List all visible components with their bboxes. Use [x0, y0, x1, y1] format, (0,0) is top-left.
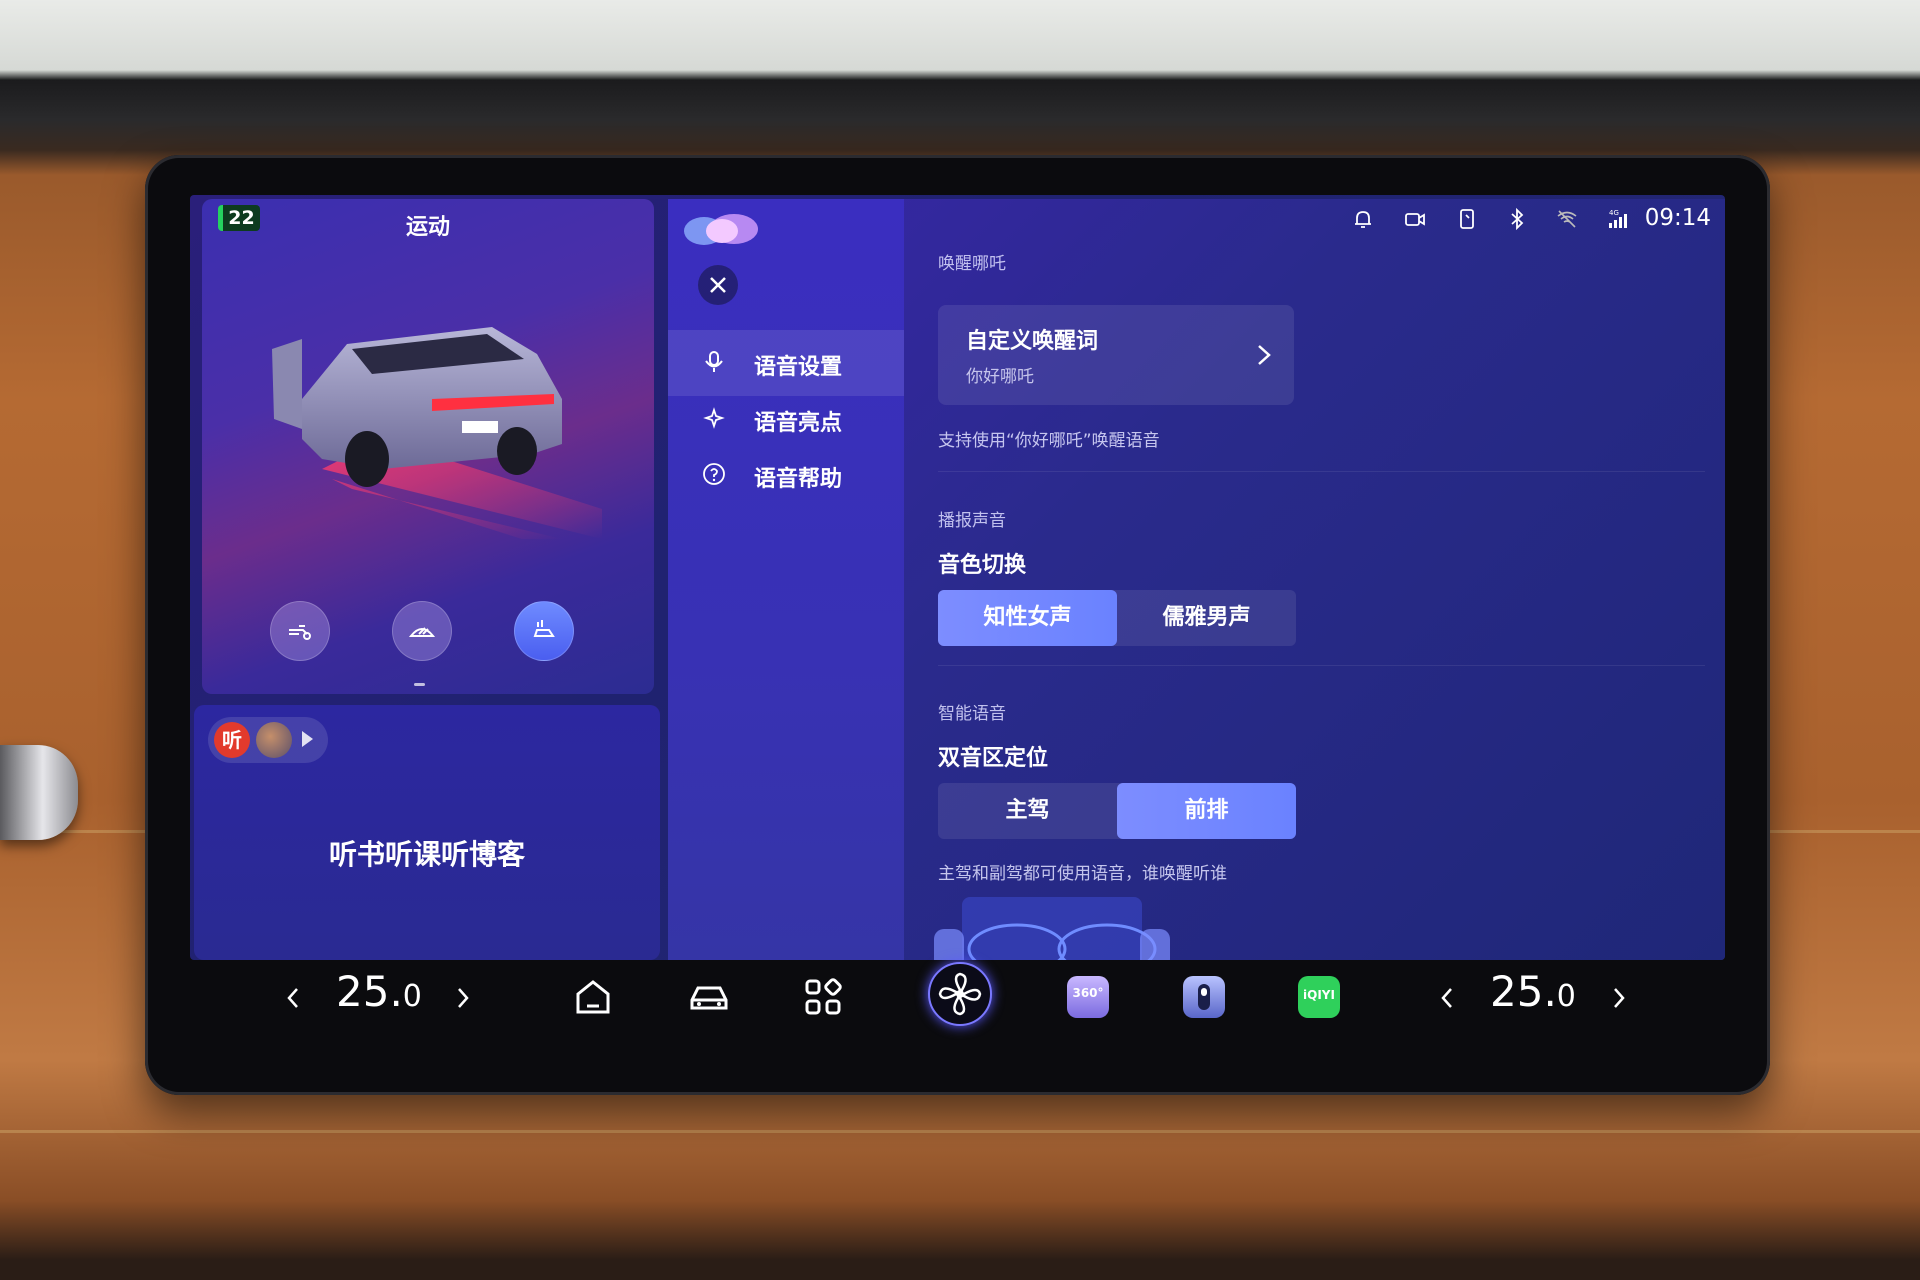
- media-card[interactable]: 听 听书听课听博客: [194, 705, 660, 960]
- custom-wake-word-card[interactable]: 自定义唤醒词 你好哪吒: [938, 305, 1294, 405]
- vehicle-card[interactable]: 22 运动: [202, 199, 654, 694]
- nav-item-label: 语音亮点: [754, 411, 843, 436]
- iqiyi-app[interactable]: iQIYI: [1298, 976, 1340, 1018]
- car-sound-icon: [533, 620, 555, 637]
- iqiyi-icon: iQIYI: [1303, 988, 1335, 1002]
- fan-icon: [938, 972, 982, 1016]
- microphone-icon: [705, 351, 723, 372]
- chevron-right-icon: [1258, 345, 1271, 365]
- play-icon[interactable]: [302, 731, 313, 747]
- divider: [938, 665, 1705, 666]
- dashboard-seam: [0, 1130, 1920, 1133]
- camera-360-icon: 360°: [1072, 986, 1104, 1000]
- sparkle-icon: [703, 407, 725, 429]
- left-temp-down-icon[interactable]: [286, 986, 300, 1010]
- nav-item-label: 语音帮助: [754, 467, 843, 492]
- voice-female-option[interactable]: 知性女声: [938, 590, 1117, 646]
- status-bar: 4G 09:14: [1351, 205, 1711, 233]
- dual-zone-title: 双音区定位: [938, 746, 1049, 771]
- phone-icon[interactable]: [1455, 207, 1479, 231]
- media-title: 听书听课听博客: [328, 838, 525, 871]
- phone-key-app[interactable]: [1183, 976, 1225, 1018]
- car-sound-button[interactable]: [514, 601, 574, 661]
- infotainment-screen: 22 运动 听 听书听课听博客 语音设置 语音亮点 语音帮助 4G 09:14 …: [190, 195, 1725, 960]
- right-temperature[interactable]: 25.0: [1490, 967, 1576, 1016]
- broadcast-section-label: 播报声音: [938, 511, 1006, 531]
- wifi-off-icon[interactable]: [1555, 207, 1579, 231]
- wake-hint: 支持使用“你好哪吒”唤醒语音: [938, 431, 1160, 451]
- zone-front-option[interactable]: 前排: [1117, 783, 1296, 839]
- smart-voice-section-label: 智能语音: [938, 704, 1006, 724]
- voice-assistant-orb-icon: [684, 214, 758, 245]
- signal-4g-icon: 4G: [1609, 209, 1627, 228]
- charge-port-button[interactable]: [270, 601, 330, 661]
- close-button[interactable]: [698, 265, 738, 305]
- phone-key-icon: [1198, 984, 1210, 1010]
- dual-zone-selector: 主驾 前排: [938, 783, 1296, 839]
- car-illustration-icon: [272, 327, 602, 539]
- close-icon: [710, 277, 726, 293]
- car-icon[interactable]: [686, 974, 732, 1020]
- bell-icon[interactable]: [1351, 207, 1375, 231]
- left-temperature[interactable]: 25.0: [336, 967, 422, 1016]
- divider: [938, 471, 1705, 472]
- left-temp-decimal: 0: [402, 979, 422, 1014]
- voice-male-option[interactable]: 儒雅男声: [1117, 590, 1296, 646]
- right-temp-value: 25.: [1490, 967, 1557, 1016]
- dashboard-knob: [0, 745, 78, 840]
- zone-driver-option[interactable]: 主驾: [938, 783, 1117, 839]
- avatar: [256, 722, 292, 758]
- right-temp-down-icon[interactable]: [1440, 986, 1454, 1010]
- voice-settings-content: 4G 09:14 唤醒哪吒 自定义唤醒词 你好哪吒 支持使用“你好哪吒”唤醒语音…: [904, 199, 1725, 960]
- voice-settings-panel: 语音设置 语音亮点 语音帮助 4G 09:14 唤醒哪吒 自定义唤醒词 你好哪吒…: [668, 199, 1725, 960]
- voice-nav: 语音设置 语音亮点 语音帮助: [668, 199, 904, 960]
- seat-illustration-icon: [934, 897, 1170, 960]
- apps-grid-icon[interactable]: [800, 974, 846, 1020]
- wake-card-title: 自定义唤醒词: [966, 329, 1099, 354]
- climate-fan-button[interactable]: [928, 962, 992, 1026]
- nav-voice-help[interactable]: 语音帮助: [668, 442, 904, 508]
- media-source-pill[interactable]: 听: [208, 717, 328, 763]
- left-temp-up-icon[interactable]: [456, 986, 470, 1010]
- dual-zone-hint: 主驾和副驾都可使用语音，谁唤醒听谁: [938, 864, 1227, 884]
- nav-item-label: 语音设置: [754, 355, 843, 380]
- camera-360-app[interactable]: 360°: [1067, 976, 1109, 1018]
- svg-text:4G: 4G: [1609, 209, 1619, 217]
- wake-card-subtitle: 你好哪吒: [966, 367, 1034, 387]
- wiper-button[interactable]: [392, 601, 452, 661]
- help-circle-icon: [703, 463, 725, 485]
- right-temp-decimal: 0: [1556, 979, 1576, 1014]
- voice-tone-selector: 知性女声 儒雅男声: [938, 590, 1296, 646]
- left-temp-value: 25.: [336, 967, 403, 1016]
- right-temp-up-icon[interactable]: [1612, 986, 1626, 1010]
- wiper-icon: [408, 627, 436, 637]
- bluetooth-icon[interactable]: [1505, 207, 1529, 231]
- drive-mode-label: 运动: [405, 215, 450, 240]
- camera-icon[interactable]: [1403, 207, 1427, 231]
- wake-section-label: 唤醒哪吒: [938, 254, 1006, 274]
- bottom-dock: 25.0 360° iQIYI 25.0: [190, 962, 1725, 1037]
- charge-port-icon: [289, 625, 311, 640]
- page-indicator: [414, 671, 444, 686]
- voice-tone-title: 音色切换: [938, 553, 1027, 578]
- status-clock: 09:14: [1644, 205, 1711, 231]
- home-icon[interactable]: [570, 974, 616, 1020]
- ting-app-logo-icon: 听: [214, 722, 250, 758]
